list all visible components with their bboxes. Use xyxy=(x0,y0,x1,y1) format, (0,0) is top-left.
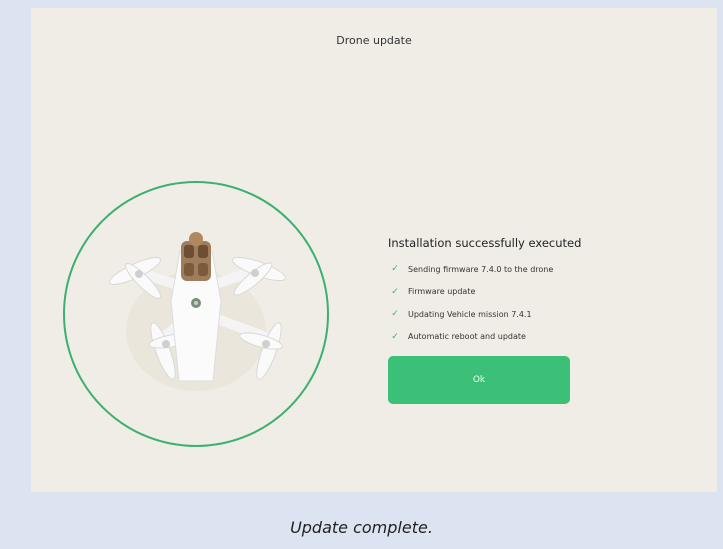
check-icon: ✓ xyxy=(391,309,399,320)
step-item: ✓ Sending firmware 7.4.0 to the drone xyxy=(388,258,628,281)
app-screen: Drone update Installation successfully e… xyxy=(31,8,717,492)
drone-image xyxy=(108,232,286,391)
step-item: ✓ Firmware update xyxy=(388,281,628,304)
step-label: Firmware update xyxy=(408,287,476,297)
page-title: Drone update xyxy=(336,34,412,47)
status-panel: Installation successfully executed ✓ Sen… xyxy=(388,236,628,348)
step-label: Updating Vehicle mission 7.4.1 xyxy=(408,309,532,319)
step-item: ✓ Automatic reboot and update xyxy=(388,326,628,349)
step-label: Automatic reboot and update xyxy=(408,332,526,342)
check-icon: ✓ xyxy=(391,264,399,275)
check-icon: ✓ xyxy=(391,286,399,297)
step-label: Sending firmware 7.4.0 to the drone xyxy=(408,264,554,274)
drone-illustration xyxy=(63,181,329,447)
figure-caption: Update complete. xyxy=(290,518,433,537)
ok-button[interactable]: Ok xyxy=(388,356,570,404)
status-heading: Installation successfully executed xyxy=(388,236,582,250)
step-item: ✓ Updating Vehicle mission 7.4.1 xyxy=(388,303,628,326)
figure-frame: Drone update Installation successfully e… xyxy=(0,0,723,549)
check-icon: ✓ xyxy=(391,331,399,342)
